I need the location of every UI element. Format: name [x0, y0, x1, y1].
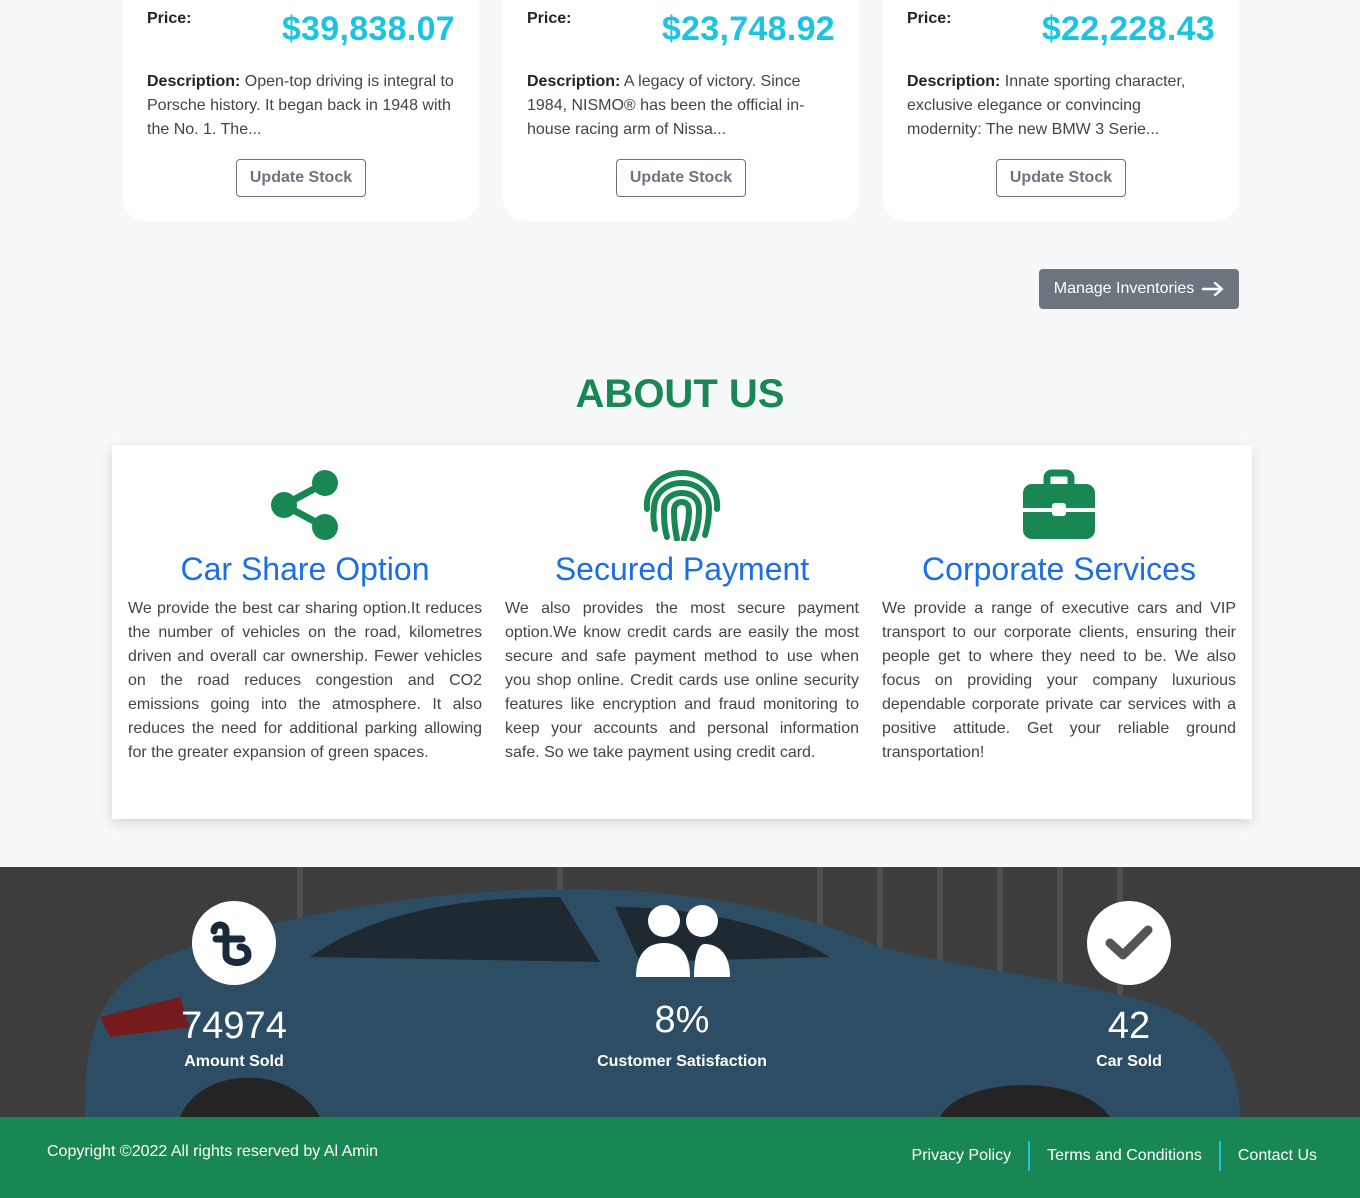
update-stock-button[interactable]: Update Stock	[996, 159, 1126, 197]
share-icon	[271, 470, 338, 540]
stat-label: Car Sold	[1096, 1053, 1162, 1070]
stat-customer-satisfaction: 8% Customer Satisfaction	[552, 901, 812, 1071]
feature-secured-payment: Secured Payment We also provides the mos…	[505, 445, 859, 765]
manage-inventories-button[interactable]: Manage Inventories	[1039, 269, 1239, 309]
update-stock-button[interactable]: Update Stock	[236, 159, 366, 197]
arrow-right-icon	[1202, 282, 1224, 296]
price-value: $23,748.92	[661, 10, 835, 48]
stat-value: 74974	[181, 1005, 287, 1047]
fingerprint-icon	[643, 469, 721, 541]
manage-inventories-label: Manage Inventories	[1053, 280, 1195, 297]
product-description: Description: Open-top driving is integra…	[147, 70, 455, 142]
feature-text: We provide the best car sharing option.I…	[128, 600, 482, 761]
feature-title: Corporate Services	[922, 551, 1196, 587]
product-card: Price: $22,228.43 Description: Innate sp…	[883, 0, 1239, 221]
update-stock-button[interactable]: Update Stock	[616, 159, 746, 197]
stat-label: Amount Sold	[184, 1053, 284, 1070]
description-label: Description:	[527, 73, 621, 90]
product-description: Description: Innate sporting character, …	[907, 70, 1215, 142]
stat-car-sold: 42 Car Sold	[999, 901, 1259, 1071]
privacy-policy-link[interactable]: Privacy Policy	[895, 1141, 1029, 1171]
stats-section: 74974 Amount Sold 8% Customer Satisfacti…	[0, 867, 1360, 1117]
price-value: $22,228.43	[1041, 10, 1215, 48]
product-card: Price: $23,748.92 Description: A legacy …	[503, 0, 859, 221]
feature-title: Secured Payment	[554, 551, 810, 587]
product-description: Description: A legacy of victory. Since …	[527, 70, 835, 142]
description-label: Description:	[147, 73, 241, 90]
users-icon	[636, 905, 730, 977]
description-label: Description:	[907, 73, 1001, 90]
about-title: ABOUT US	[575, 372, 785, 416]
footer-links: Privacy Policy Terms and Conditions Cont…	[895, 1141, 1317, 1171]
briefcase-icon	[1023, 469, 1095, 539]
feature-car-share: Car Share Option We provide the best car…	[128, 445, 482, 765]
about-section: Car Share Option We provide the best car…	[112, 445, 1252, 819]
feature-text: We also provides the most secure payment…	[505, 600, 859, 761]
price-label: Price:	[147, 10, 192, 27]
terms-link[interactable]: Terms and Conditions	[1028, 1141, 1219, 1171]
feature-text: We provide a range of executive cars and…	[882, 600, 1236, 761]
contact-us-link[interactable]: Contact Us	[1218, 1141, 1317, 1171]
check-icon	[1105, 925, 1153, 960]
taka-icon	[210, 921, 252, 966]
product-card: Price: $39,838.07 Description: Open-top …	[123, 0, 479, 221]
footer: Copyright ©2022 All rights reserved by A…	[0, 1117, 1360, 1198]
price-label: Price:	[907, 10, 952, 27]
feature-title: Car Share Option	[180, 551, 430, 587]
stat-label: Customer Satisfaction	[597, 1053, 767, 1070]
stat-value: 8%	[654, 999, 710, 1041]
price-value: $39,838.07	[281, 10, 455, 48]
stat-amount-sold: 74974 Amount Sold	[104, 901, 364, 1071]
price-label: Price:	[527, 10, 572, 27]
stat-value: 42	[1107, 1005, 1151, 1047]
feature-corporate-services: Corporate Services We provide a range of…	[882, 445, 1236, 765]
copyright-text: Copyright ©2022 All rights reserved by A…	[47, 1143, 379, 1160]
product-cards: Price: $39,838.07 Description: Open-top …	[123, 0, 1239, 221]
